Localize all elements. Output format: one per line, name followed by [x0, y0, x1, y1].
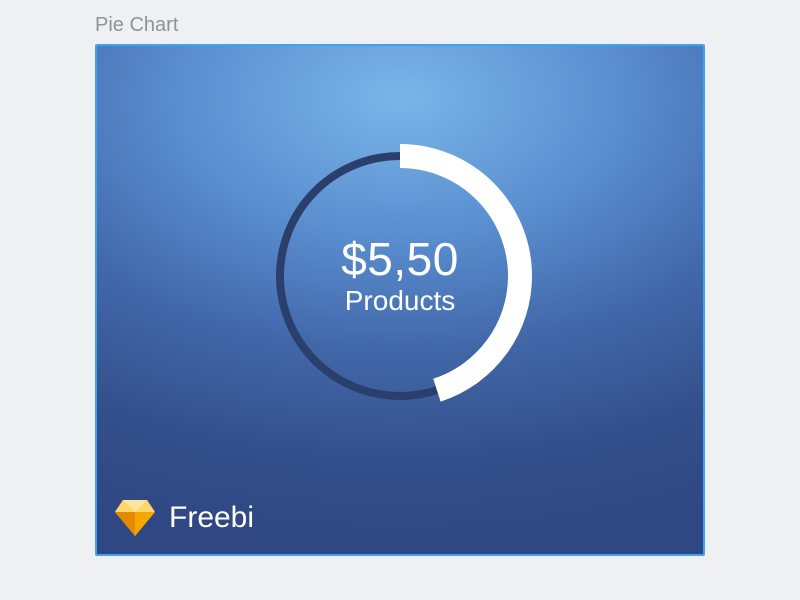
chart-center-value: $5,50	[341, 235, 459, 283]
donut-chart: $5,50 Products	[250, 126, 550, 426]
footer-label: Freebi	[169, 501, 254, 535]
card-footer: Freebi	[115, 500, 254, 536]
sketch-diamond-icon	[115, 500, 155, 536]
chart-card: $5,50 Products Freebi	[95, 44, 705, 556]
chart-center-label: Products	[345, 285, 456, 317]
chart-center: $5,50 Products	[250, 126, 550, 426]
page-title: Pie Chart	[95, 14, 178, 37]
